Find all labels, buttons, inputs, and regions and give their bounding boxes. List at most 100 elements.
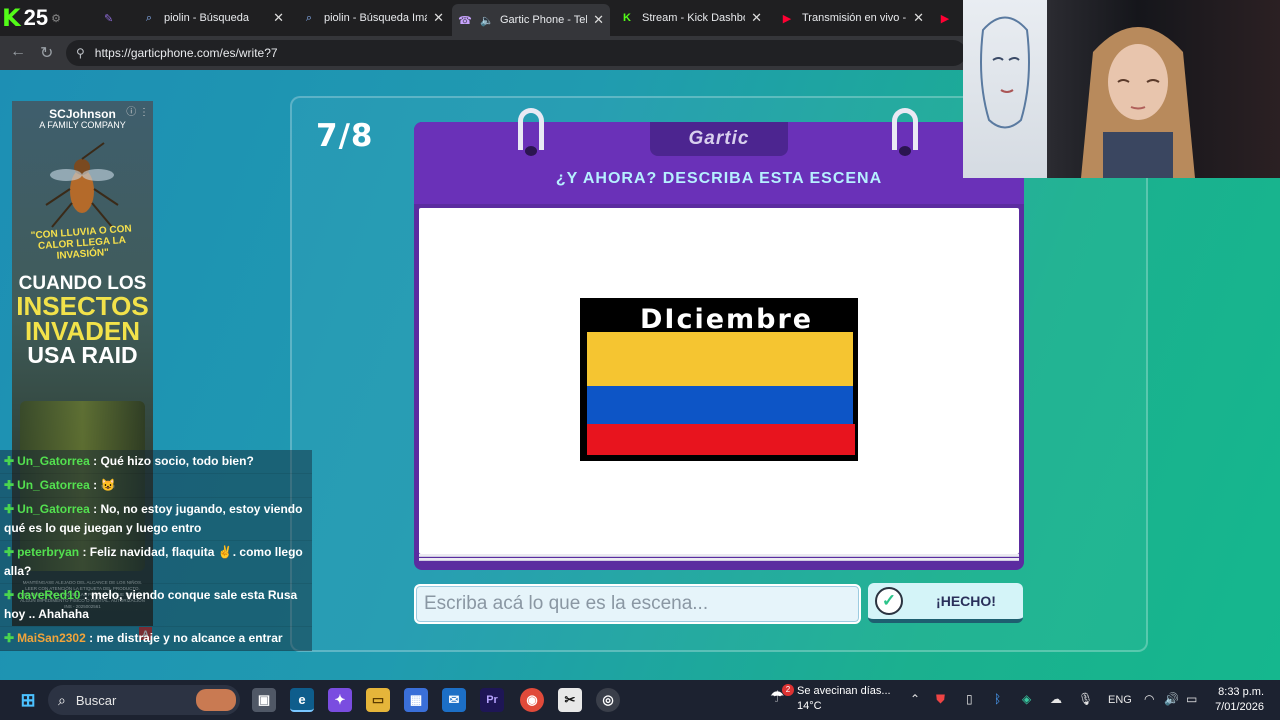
task-view-icon[interactable]: ▣ xyxy=(252,688,276,712)
volume-icon[interactable]: 🔊 xyxy=(1164,692,1179,706)
back-arrow-icon[interactable]: ← xyxy=(10,43,26,61)
taskbar-search[interactable]: ⌕ Buscar xyxy=(48,685,240,715)
plus-icon: ✚ xyxy=(4,478,15,492)
system-clock[interactable]: 8:33 p.m. 7/01/2026 xyxy=(1212,685,1264,715)
taskbar-search-label: Buscar xyxy=(75,692,117,708)
reload-icon[interactable]: ↻ xyxy=(40,43,53,63)
weather-widget[interactable]: ☂ 2 Se avecinan días... 14°C xyxy=(770,684,891,714)
windows-start-icon[interactable]: ⊞ xyxy=(16,688,40,712)
tab-youtube-2[interactable]: ▶ P xyxy=(934,6,964,30)
check-icon: ✓ xyxy=(875,587,903,615)
tab-youtube-live[interactable]: ▶ Transmisión en vivo - Yo ✕ xyxy=(774,6,930,30)
tab-title: Stream - Kick Dashboar xyxy=(642,12,745,24)
gartic-logo: Gartic xyxy=(650,122,788,156)
chat-message: ✚ daveRed10 : melo, viendo conque sale es… xyxy=(0,584,312,627)
kick-badge-count: 25 xyxy=(23,5,49,30)
edge-browser-icon[interactable]: e xyxy=(290,688,314,712)
mosquito-icon xyxy=(45,142,119,228)
clock-date: 7/01/2026 xyxy=(1215,701,1264,713)
usb-device-icon[interactable]: ▯ xyxy=(966,692,973,706)
answer-input[interactable] xyxy=(424,593,859,615)
drawing-paper: DIciembre xyxy=(419,208,1019,554)
close-tab-icon[interactable]: ✕ xyxy=(593,12,604,28)
binder-ring-icon xyxy=(892,108,918,156)
outlook-icon[interactable]: ✉ xyxy=(442,688,466,712)
weather-temperature: 14°C xyxy=(797,700,822,712)
ad-headline-2: INSECTOS INVADEN xyxy=(16,291,149,346)
paper-edge xyxy=(419,558,1019,561)
youtube-icon: ▶ xyxy=(940,12,950,25)
windows-taskbar: ⊞ ⌕ Buscar ▣ e ✦ ▭ ▦ ✉ Pr ◉ ✂ ◎ ☂ 2 Se a… xyxy=(0,680,1280,720)
task-prompt: ¿Y AHORA? DESCRIBA ESTA ESCENA xyxy=(555,170,883,187)
battery-icon[interactable]: ▭ xyxy=(1186,692,1197,706)
microsoft-store-icon[interactable]: ▦ xyxy=(404,688,428,712)
plus-icon: ✚ xyxy=(4,631,15,645)
youtube-icon: ▶ xyxy=(782,12,792,25)
kick-logo-icon: K xyxy=(2,4,21,32)
chat-message: ✚ MaiSan2302 : me distraje y no alcance a… xyxy=(0,627,312,651)
streamer-image xyxy=(1081,27,1195,178)
tab-kick-dashboard[interactable]: K Stream - Kick Dashboar ✕ xyxy=(614,6,768,30)
webcam-overlay xyxy=(963,0,1280,178)
chat-message: ✚ Un_Gatorrea : 😺 xyxy=(0,474,312,498)
tab-search-2[interactable]: ⌕ piolin - Búsqueda Imág ✕ xyxy=(296,6,450,30)
chrome-icon[interactable]: ◉ xyxy=(520,688,544,712)
flag-stripe-yellow xyxy=(587,332,853,386)
tray-chevron-up-icon[interactable]: ⌃ xyxy=(910,692,920,706)
search-icon: ⌕ xyxy=(145,11,153,24)
file-explorer-icon[interactable]: ▭ xyxy=(366,688,390,712)
close-tab-icon[interactable]: ✕ xyxy=(433,10,444,26)
chat-username: peterbryan xyxy=(17,545,80,559)
plus-icon: ✚ xyxy=(4,545,15,559)
capcut-icon[interactable]: ✂ xyxy=(558,688,582,712)
security-icon[interactable]: ◈ xyxy=(1022,692,1031,706)
done-button[interactable]: ✓ ¡HECHO! xyxy=(868,583,1023,623)
wifi-icon[interactable]: ◠ xyxy=(1144,692,1154,706)
tab-pinned[interactable]: ✎ xyxy=(98,6,122,30)
wall-drawing-image xyxy=(963,0,1047,178)
premiere-pro-icon[interactable]: Pr xyxy=(480,688,504,712)
plus-icon: ✚ xyxy=(4,454,15,468)
chat-message: ✚ Un_Gatorrea : Qué hizo socio, todo bien… xyxy=(0,450,312,474)
close-tab-icon[interactable]: ✕ xyxy=(913,10,924,26)
chat-message: ✚ peterbryan : Feliz navidad, flaquita ✌️… xyxy=(0,541,312,584)
plus-icon: ✚ xyxy=(4,502,15,516)
settings-small-icon: ⚙ xyxy=(51,12,61,25)
ad-brand-sub: A FAMILY COMPANY xyxy=(39,120,126,130)
tab-gartic-phone[interactable]: ☎ 🔈 Gartic Phone - Tele ✕ xyxy=(452,4,610,36)
round-counter: 7/8 xyxy=(316,118,374,154)
drawing-card: Gartic ¿Y AHORA? DESCRIBA ESTA ESCENA DI… xyxy=(414,108,1024,570)
binder-ring-icon xyxy=(518,108,544,156)
url-text[interactable]: https://garticphone.com/es/write?7 xyxy=(95,46,278,60)
phone-icon: ☎ xyxy=(458,14,472,27)
antivirus-shield-icon[interactable]: ⛊ xyxy=(936,692,945,707)
kick-badge[interactable]: K 25 ⚙ xyxy=(2,4,61,32)
stream-chat-overlay: ✚ Un_Gatorrea : Qué hizo socio, todo bien… xyxy=(0,450,312,651)
language-indicator[interactable]: ENG xyxy=(1108,694,1132,706)
copilot-icon[interactable]: ✦ xyxy=(328,688,352,712)
chat-username: Un_Gatorrea xyxy=(17,478,90,492)
done-button-label: ¡HECHO! xyxy=(936,593,996,609)
microphone-icon[interactable]: 🎙 xyxy=(1078,692,1093,706)
flag-stripe-blue xyxy=(587,386,853,424)
ad-brand-name: SCJohnson xyxy=(49,107,116,121)
weather-badge: 2 xyxy=(782,684,794,696)
obs-studio-icon[interactable]: ◎ xyxy=(596,688,620,712)
onedrive-cloud-icon[interactable]: ☁ xyxy=(1050,692,1062,706)
search-icon: ⌕ xyxy=(305,11,313,24)
chat-username: Un_Gatorrea xyxy=(17,454,90,468)
chat-username: MaiSan2302 xyxy=(17,631,86,645)
close-tab-icon[interactable]: ✕ xyxy=(751,10,762,26)
tab-search-1[interactable]: ⌕ piolin - Búsqueda ✕ xyxy=(136,6,290,30)
close-tab-icon[interactable]: ✕ xyxy=(273,10,284,26)
gartic-logo-text: Gartic xyxy=(688,128,750,149)
paper-edge xyxy=(419,554,1019,557)
speaker-icon[interactable]: 🔈 xyxy=(480,14,494,27)
omnibox[interactable]: ⚲ https://garticphone.com/es/write?7 xyxy=(66,40,966,66)
answer-field[interactable] xyxy=(414,584,861,624)
bluetooth-icon[interactable]: ᛒ xyxy=(994,692,1001,706)
ad-quote: "CON LLUVIA O CON CALOR LLEGA LA INVASIÓ… xyxy=(30,223,133,262)
clock-time: 8:33 p.m. xyxy=(1218,686,1264,698)
site-info-icon[interactable]: ⚲ xyxy=(76,46,85,60)
ad-headline-3: USA RAID xyxy=(27,342,138,368)
